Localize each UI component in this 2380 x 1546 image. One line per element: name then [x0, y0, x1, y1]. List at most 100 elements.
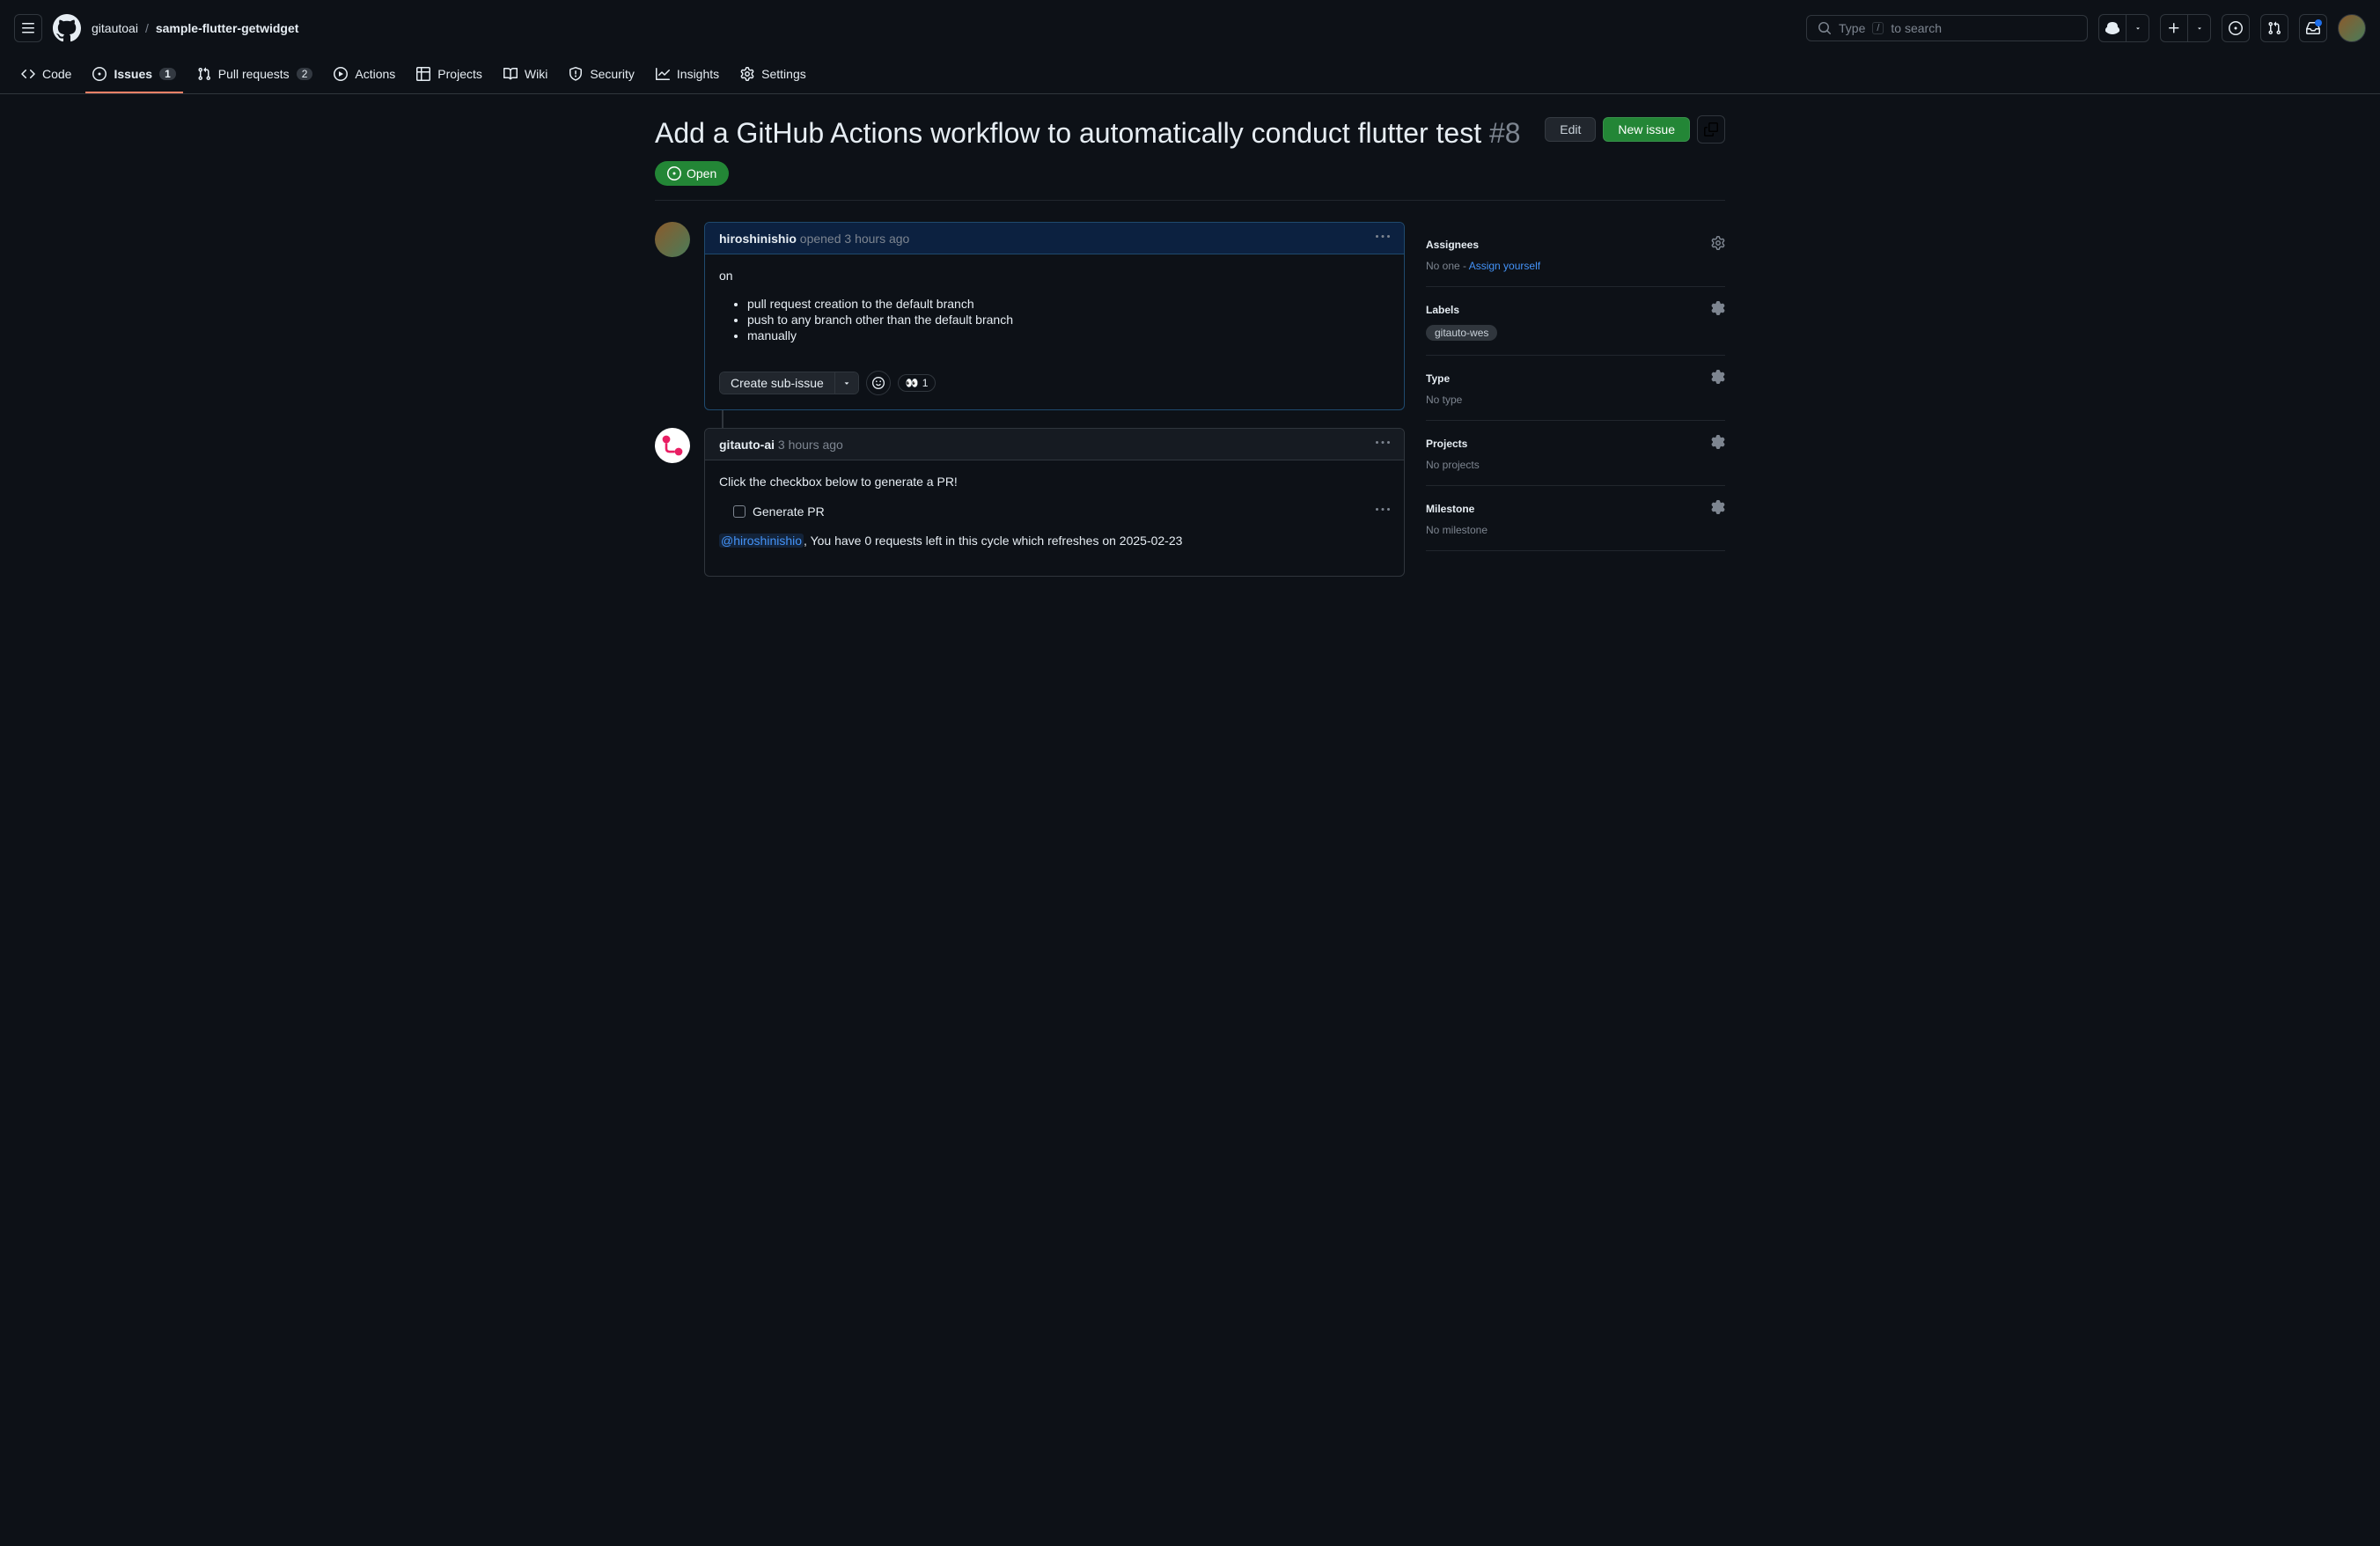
comment-menu[interactable]	[1376, 230, 1390, 247]
copy-icon	[1704, 122, 1718, 136]
comment-author[interactable]: gitauto-ai	[719, 438, 775, 452]
tab-settings[interactable]: Settings	[733, 56, 813, 93]
create-button[interactable]	[2160, 14, 2188, 42]
create-caret[interactable]	[2188, 14, 2211, 42]
comment-avatar[interactable]	[655, 428, 690, 463]
tab-pulls[interactable]: Pull requests 2	[190, 56, 320, 93]
comment-wrap: gitauto-ai 3 hours ago Click the checkbo…	[655, 428, 1405, 577]
github-mark-icon	[53, 14, 81, 42]
gear-icon	[1711, 435, 1725, 449]
list-item: pull request creation to the default bra…	[747, 297, 1390, 311]
gear-icon	[740, 67, 754, 81]
create-button-group	[2160, 14, 2211, 42]
pulls-button[interactable]	[2260, 14, 2288, 42]
divider	[655, 200, 1725, 201]
comment-meta: opened 3 hours ago	[797, 232, 909, 246]
tab-wiki[interactable]: Wiki	[496, 56, 555, 93]
graph-icon	[656, 67, 670, 81]
comment-list: pull request creation to the default bra…	[719, 297, 1390, 342]
task-checkbox[interactable]	[733, 505, 746, 518]
breadcrumb-separator: /	[145, 21, 149, 35]
caret-down-icon	[2134, 25, 2141, 32]
tab-projects-label: Projects	[437, 67, 482, 81]
sidebar-milestone: Milestone No milestone	[1426, 486, 1725, 551]
search-input[interactable]: Type / to search	[1806, 15, 2088, 41]
sidebar-gear[interactable]	[1711, 236, 1725, 253]
list-item: push to any branch other than the defaul…	[747, 313, 1390, 327]
reaction-eyes[interactable]: 👀 1	[898, 374, 937, 392]
breadcrumb-owner[interactable]: gitautoai	[92, 21, 138, 35]
book-icon	[503, 67, 518, 81]
edit-button[interactable]: Edit	[1545, 117, 1596, 142]
sidebar-gear[interactable]	[1711, 301, 1725, 318]
pulls-count: 2	[297, 68, 313, 80]
tab-issues-label: Issues	[114, 67, 152, 81]
notification-indicator	[2315, 19, 2322, 26]
create-sub-label: Create sub-issue	[720, 372, 835, 394]
gear-icon	[1711, 236, 1725, 250]
kebab-icon	[1376, 436, 1390, 450]
issue-number: #8	[1489, 117, 1521, 149]
comment-menu[interactable]	[1376, 436, 1390, 453]
tab-insights[interactable]: Insights	[649, 56, 726, 93]
sidebar-value: gitauto-wes	[1426, 325, 1725, 341]
tab-issues[interactable]: Issues 1	[85, 56, 182, 93]
mention-link[interactable]: @hiroshinishio	[719, 534, 804, 548]
tab-actions[interactable]: Actions	[327, 56, 402, 93]
sidebar-gear[interactable]	[1711, 500, 1725, 517]
sidebar-value: No one - Assign yourself	[1426, 260, 1725, 272]
comment-body: Click the checkbox below to generate a P…	[705, 460, 1404, 576]
pr-icon	[197, 67, 211, 81]
issues-count: 1	[159, 68, 176, 80]
github-logo[interactable]	[53, 14, 81, 42]
tab-projects[interactable]: Projects	[409, 56, 489, 93]
eyes-emoji: 👀	[906, 377, 919, 389]
reaction-count: 1	[922, 377, 929, 389]
caret-down-icon	[2196, 25, 2203, 32]
task-list: Generate PR	[719, 503, 1390, 519]
global-header: gitautoai / sample-flutter-getwidget Typ…	[0, 0, 2380, 56]
create-sub-issue-button[interactable]: Create sub-issue	[719, 372, 859, 394]
smiley-icon	[872, 377, 885, 389]
tab-security[interactable]: Security	[562, 56, 642, 93]
search-suffix: to search	[1891, 21, 1942, 35]
user-avatar[interactable]	[2338, 14, 2366, 42]
comment-text: Click the checkbox below to generate a P…	[719, 475, 1390, 489]
issue-state-badge: Open	[655, 161, 729, 186]
bot-avatar-icon	[660, 433, 685, 458]
search-icon	[1818, 21, 1832, 35]
tab-code[interactable]: Code	[14, 56, 78, 93]
issue-layout: hiroshinishio opened 3 hours ago on pull…	[655, 222, 1725, 577]
gear-icon	[1711, 301, 1725, 315]
copilot-caret[interactable]	[2127, 14, 2149, 42]
sidebar-title: Assignees	[1426, 239, 1479, 251]
pr-icon	[2267, 21, 2281, 35]
new-issue-button[interactable]: New issue	[1603, 117, 1690, 142]
comment-avatar[interactable]	[655, 222, 690, 257]
comment-meta: 3 hours ago	[775, 438, 843, 452]
comment-author[interactable]: hiroshinishio	[719, 232, 797, 246]
issue-title: Add a GitHub Actions workflow to automat…	[655, 115, 1531, 151]
copilot-button[interactable]	[2098, 14, 2127, 42]
comment-rest: , You have 0 requests left in this cycle…	[804, 534, 1182, 548]
issue-state-label: Open	[687, 166, 716, 180]
tab-wiki-label: Wiki	[525, 67, 547, 81]
issue-icon	[2229, 21, 2243, 35]
sidebar-type: Type No type	[1426, 356, 1725, 421]
task-menu[interactable]	[1376, 503, 1390, 519]
list-item: manually	[747, 328, 1390, 342]
label-pill[interactable]: gitauto-wes	[1426, 325, 1497, 341]
issues-button[interactable]	[2222, 14, 2250, 42]
assign-yourself-link[interactable]: Assign yourself	[1469, 260, 1540, 272]
sidebar-gear[interactable]	[1711, 370, 1725, 386]
sidebar-projects: Projects No projects	[1426, 421, 1725, 486]
tab-pulls-label: Pull requests	[218, 67, 290, 81]
add-reaction-button[interactable]	[866, 371, 891, 395]
breadcrumb-repo[interactable]: sample-flutter-getwidget	[156, 21, 299, 35]
comment-text: on	[719, 269, 1390, 283]
copy-link-button[interactable]	[1697, 115, 1725, 144]
menu-button[interactable]	[14, 14, 42, 42]
sidebar-gear[interactable]	[1711, 435, 1725, 452]
notifications-button[interactable]	[2299, 14, 2327, 42]
sidebar-title: Milestone	[1426, 503, 1474, 515]
